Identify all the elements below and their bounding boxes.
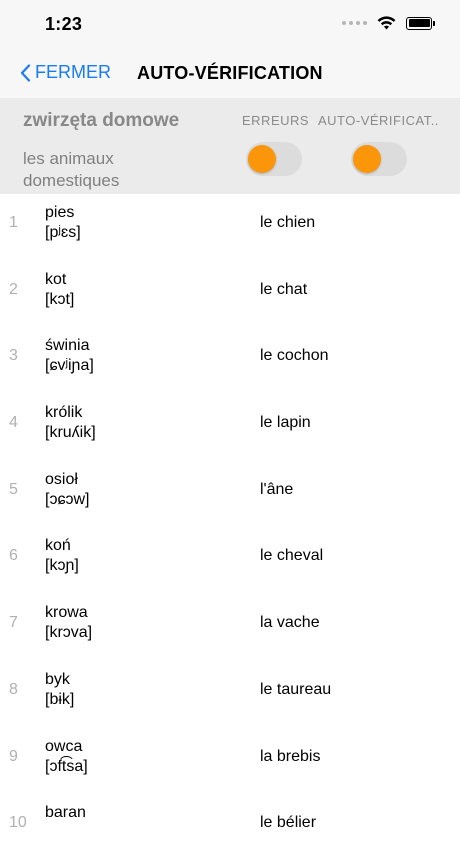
toggle-knob [248, 145, 276, 173]
french-translation: le chien [260, 214, 316, 231]
polish-word: osioł [45, 470, 78, 488]
french-translation: le chat [260, 280, 308, 298]
polish-word: pies [45, 204, 75, 221]
row-number: 3 [9, 347, 18, 365]
chevron-left-icon [20, 63, 31, 82]
french-translation: l'âne [260, 480, 294, 498]
phonetic-transcription: [krɔva] [45, 624, 93, 642]
french-translation: le bélier [260, 814, 317, 832]
word-row[interactable]: 8 byk [bɨk] le taureau [0, 661, 460, 728]
phonetic-transcription: [bɨk] [45, 690, 75, 708]
auto-verification-column-label: AUTO-VÉRIFICAT... [318, 113, 440, 128]
word-row[interactable]: 3 świnia [ɕvʲiɲa] le cochon [0, 327, 460, 394]
row-number: 7 [9, 614, 18, 632]
row-number: 9 [9, 747, 18, 765]
row-number: 1 [9, 214, 18, 231]
errors-column-label: ERREURS [242, 113, 310, 128]
polish-word: owca [45, 737, 83, 755]
polish-word: krowa [45, 604, 88, 622]
polish-word: byk [45, 670, 70, 688]
status-time: 1:23 [45, 14, 83, 34]
toggle-knob [353, 145, 381, 173]
phonetic-transcription: [ɕvʲiɲa] [45, 357, 94, 375]
phonetic-transcription: [kruʎik] [45, 424, 96, 442]
polish-word: kot [45, 270, 67, 288]
word-row[interactable]: 5 osioł [ɔɕɔw] l'âne [0, 461, 460, 528]
status-bar: 1:23 [0, 0, 460, 50]
battery-icon [406, 16, 435, 30]
lesson-title-french: les animaux domestiques [23, 149, 120, 190]
french-translation: le cheval [260, 547, 324, 565]
phonetic-transcription: [kɔt] [45, 290, 75, 308]
navigation-bar: FERMER AUTO-VÉRIFICATION [0, 50, 460, 98]
word-row[interactable]: 4 królik [kruʎik] le lapin [0, 394, 460, 461]
polish-word: koń [45, 537, 71, 555]
phonetic-transcription: [ɔɕɔw] [45, 490, 90, 508]
word-row[interactable]: 6 koń [kɔɲ] le cheval [0, 527, 460, 594]
word-row[interactable]: 10 baran le bélier [0, 794, 460, 861]
polish-word: baran [45, 804, 86, 822]
polish-word: świnia [45, 337, 90, 355]
status-icons [342, 16, 435, 30]
page-title: AUTO-VÉRIFICATION [137, 63, 323, 83]
row-number: 5 [9, 480, 18, 498]
french-translation: la brebis [260, 747, 321, 765]
auto-verification-toggle[interactable] [351, 142, 407, 176]
french-translation: le cochon [260, 347, 329, 365]
word-row[interactable]: 9 owca [ɔft͡sa] la brebis [0, 728, 460, 795]
lesson-header: zwirzęta domowe les animaux domestiques … [0, 98, 460, 194]
row-number: 10 [9, 814, 27, 832]
word-row[interactable]: 2 kot [kɔt] le chat [0, 261, 460, 328]
phonetic-transcription: [kɔɲ] [45, 557, 79, 575]
errors-toggle[interactable] [246, 142, 302, 176]
close-button[interactable]: FERMER [20, 62, 111, 83]
row-number: 4 [9, 414, 18, 432]
cellular-signal-icon [342, 21, 367, 25]
french-translation: le lapin [260, 414, 311, 432]
close-button-label: FERMER [35, 62, 111, 82]
lesson-title-polish: zwirzęta domowe [23, 110, 180, 131]
word-row[interactable]: 1 pies [pʲɛs] le chien [0, 194, 460, 261]
row-number: 2 [9, 280, 18, 298]
phonetic-transcription: [pʲɛs] [45, 224, 81, 241]
polish-word: królik [45, 404, 83, 422]
french-translation: le taureau [260, 680, 332, 698]
row-number: 6 [9, 547, 18, 565]
row-number: 8 [9, 680, 18, 698]
phonetic-transcription: [ɔft͡sa] [45, 757, 88, 775]
word-row[interactable]: 7 krowa [krɔva] la vache [0, 594, 460, 661]
wifi-icon [377, 16, 396, 30]
french-translation: la vache [260, 614, 320, 632]
word-list: 1 pies [pʲɛs] le chien 2 kot [kɔt] le ch… [0, 194, 460, 861]
